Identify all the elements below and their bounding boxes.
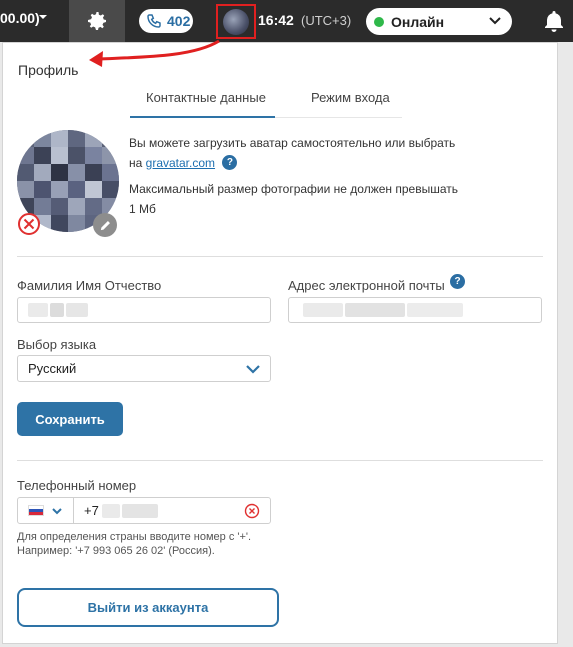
logout-button[interactable]: Выйти из аккаунта xyxy=(17,588,279,627)
email-field[interactable] xyxy=(288,297,542,323)
gravatar-help-icon[interactable]: ? xyxy=(222,155,238,170)
country-select[interactable] xyxy=(18,498,74,523)
language-select[interactable]: Русский xyxy=(17,355,271,382)
chevron-down-icon xyxy=(52,507,62,514)
email-help-icon[interactable]: ? xyxy=(450,274,465,289)
phone-icon xyxy=(147,14,161,28)
bell-icon[interactable] xyxy=(543,9,565,33)
status-label: Онлайн xyxy=(391,13,445,30)
profile-tabs: Контактные данные Режим входа xyxy=(130,90,402,120)
russia-flag-icon xyxy=(28,505,44,516)
active-tab-indicator xyxy=(130,116,275,118)
upload-hint: Вы можете загрузить аватар самостоятельн… xyxy=(129,136,456,150)
top-bar: 00.00) 402 16:42 (UTC+3) Онлайн xyxy=(0,0,573,42)
remove-avatar-icon[interactable] xyxy=(17,212,41,236)
calls-count: 402 xyxy=(167,13,191,29)
chevron-down-icon[interactable] xyxy=(38,13,48,21)
tab-login-mode[interactable]: Режим входа xyxy=(311,90,390,105)
fullname-field[interactable] xyxy=(17,297,271,323)
max-size-hint: Максимальный размер фотографии не должен… xyxy=(129,182,459,196)
chevron-down-icon xyxy=(489,17,501,25)
avatar-upload-text: Вы можете загрузить аватар самостоятельн… xyxy=(129,133,489,173)
calls-counter-button[interactable]: 402 xyxy=(139,9,193,33)
divider xyxy=(17,460,543,461)
balance-display[interactable]: 00.00) xyxy=(0,10,40,26)
language-label: Выбор языка xyxy=(17,337,97,352)
upload-hint-prefix: на xyxy=(129,156,143,170)
phone-input[interactable]: +7 xyxy=(84,503,99,518)
profile-panel: Профиль Контактные данные Режим входа Вы… xyxy=(2,39,558,644)
gear-icon xyxy=(88,12,106,30)
clock: 16:42 xyxy=(258,12,294,28)
page-title: Профиль xyxy=(18,62,79,78)
profile-avatar-button[interactable] xyxy=(216,4,256,39)
phone-label: Телефонный номер xyxy=(17,478,137,493)
annotation-arrow-icon xyxy=(89,39,220,67)
gravatar-link[interactable]: gravatar.com xyxy=(146,156,215,170)
phone-field: +7 xyxy=(17,497,271,524)
timezone: (UTC+3) xyxy=(301,13,352,28)
pencil-icon xyxy=(100,220,110,230)
save-button[interactable]: Сохранить xyxy=(17,402,123,436)
fullname-label: Фамилия Имя Отчество xyxy=(17,278,162,293)
max-size-value: 1 Мб xyxy=(129,202,156,216)
chevron-down-icon xyxy=(246,365,260,374)
email-label: Адрес электронной почты xyxy=(288,278,445,293)
avatar-size-text: Максимальный размер фотографии не должен… xyxy=(129,179,489,219)
divider xyxy=(17,256,543,257)
phone-hint: Для определения страны вводите номер с '… xyxy=(17,531,252,557)
edit-avatar-button[interactable] xyxy=(93,213,117,237)
settings-button[interactable] xyxy=(69,0,125,42)
avatar xyxy=(223,8,249,35)
status-dot xyxy=(374,16,384,27)
tab-contacts[interactable]: Контактные данные xyxy=(146,90,266,105)
clear-phone-icon[interactable] xyxy=(244,503,260,519)
language-value: Русский xyxy=(28,361,77,376)
status-select[interactable]: Онлайн xyxy=(366,8,512,35)
